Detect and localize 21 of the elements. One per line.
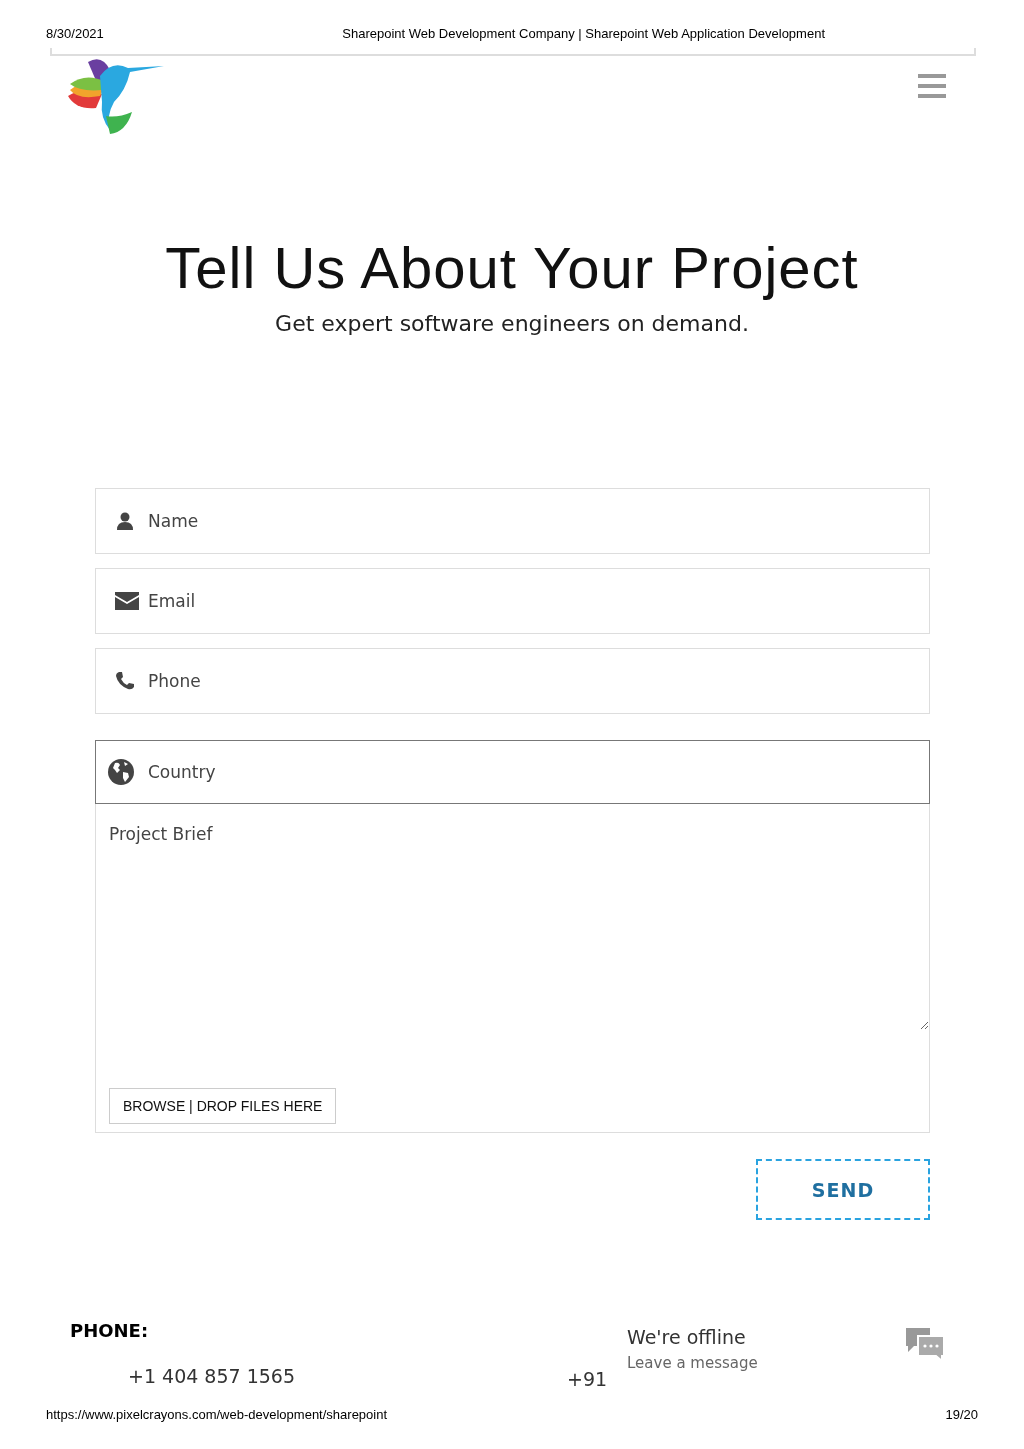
page-url: https://www.pixelcrayons.com/web-development/sharepoint: [46, 1407, 388, 1422]
phone-number: +91: [567, 1368, 608, 1390]
subheading: Get expert software engineers on demand.: [275, 311, 749, 336]
send-button[interactable]: SEND: [756, 1159, 930, 1220]
print-date: 8/30/2021: [46, 26, 104, 43]
phone-heading: PHONE:: [70, 1320, 150, 1341]
chat-status: We're offline: [627, 1326, 747, 1348]
phone-icon: [115, 671, 135, 691]
menu-button[interactable]: [918, 74, 946, 98]
chat-prompt: Leave a message: [627, 1354, 758, 1372]
page-title: Sharepoint Web Development Company | Sharepoint Web Application Development: [342, 26, 825, 43]
envelope-icon: [115, 592, 139, 610]
project-brief-field[interactable]: Project Brief BROWSE | DROP FILES HERE: [95, 804, 930, 1133]
upload-button[interactable]: BROWSE | DROP FILES HERE: [109, 1088, 337, 1124]
phone-number: +1 404 857 1565: [128, 1365, 295, 1387]
chat-bubbles-icon: [904, 1326, 946, 1362]
page-heading: Tell Us About Your Project: [164, 234, 860, 301]
page-number: 19/20: [945, 1407, 978, 1422]
globe-icon: [107, 758, 135, 786]
input-field[interactable]: Country: [95, 740, 930, 804]
person-icon: [115, 511, 135, 531]
